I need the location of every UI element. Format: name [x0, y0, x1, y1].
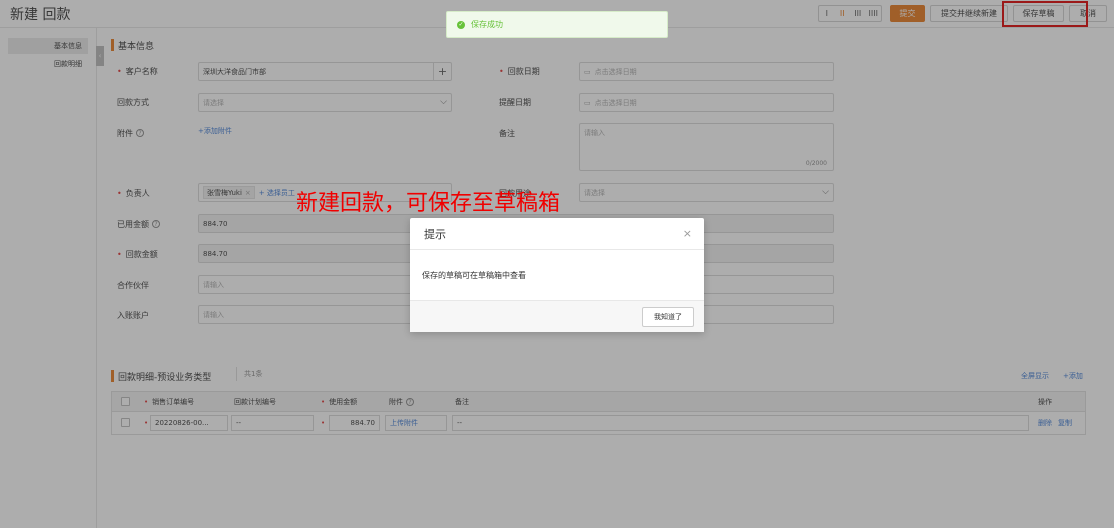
dialog-header: 提示 × — [410, 218, 704, 250]
dialog-title: 提示 — [424, 227, 446, 241]
dialog-footer: 我知道了 — [410, 300, 704, 332]
dialog-message: 保存的草稿可在草稿箱中查看 — [422, 270, 526, 280]
close-icon[interactable]: × — [683, 227, 692, 240]
acknowledge-button[interactable]: 我知道了 — [642, 307, 694, 327]
annotation-text: 新建回款，可保存至草稿箱 — [296, 191, 561, 216]
tip-dialog: 提示 × 保存的草稿可在草稿箱中查看 我知道了 — [410, 218, 704, 332]
success-toast: ✓ 保存成功 — [446, 11, 668, 38]
check-circle-icon: ✓ — [457, 20, 465, 29]
toast-text: 保存成功 — [471, 20, 503, 29]
